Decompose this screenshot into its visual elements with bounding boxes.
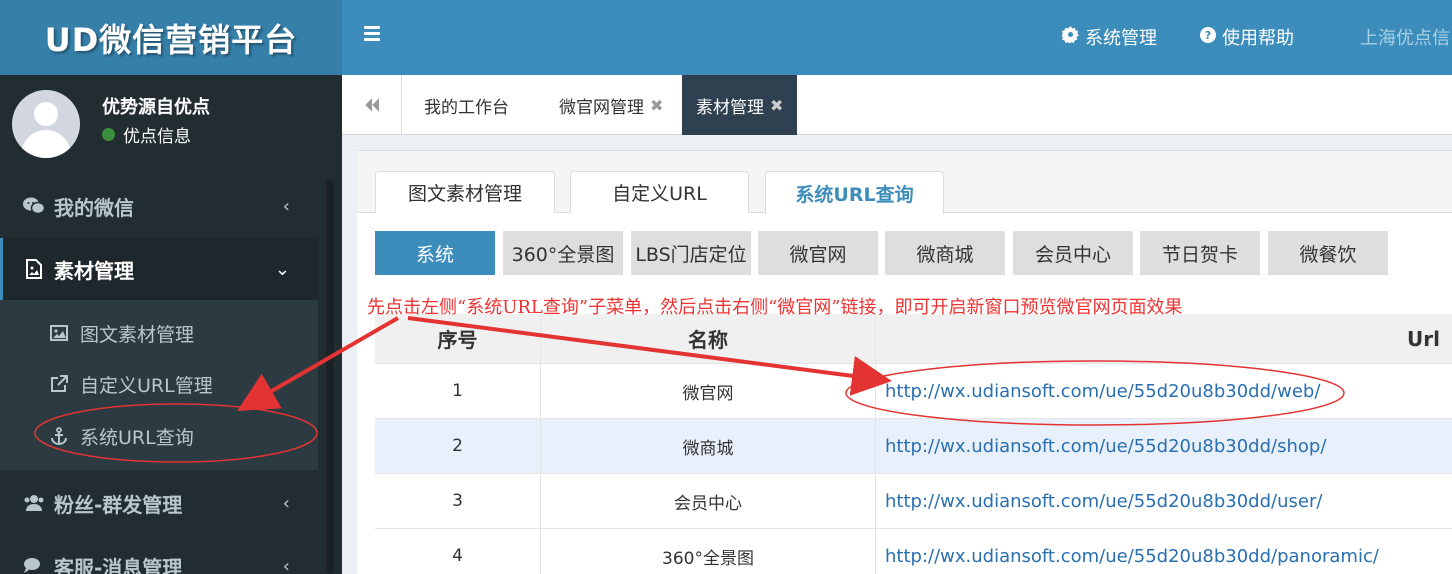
tabs-prev-button[interactable] xyxy=(342,75,402,135)
row-name: 360°全景图 xyxy=(541,529,876,574)
row-url-cell: http://wx.udiansoft.com/ue/55d20u8b30dd/… xyxy=(876,364,1452,418)
url-link[interactable]: http://wx.udiansoft.com/ue/55d20u8b30dd/… xyxy=(885,491,1322,512)
category-micro-mall[interactable]: 微商城 xyxy=(885,231,1005,275)
close-icon[interactable]: ✖ xyxy=(650,96,663,115)
sidebar-item-label: 粉丝-群发管理 xyxy=(54,492,183,517)
sidebar-item-my-wechat[interactable]: 我的微信 ‹ xyxy=(0,175,318,237)
column-header-url: Url xyxy=(1407,326,1440,351)
submenu-item-label: 系统URL查询 xyxy=(80,426,194,449)
column-header-number: 序号 xyxy=(375,314,541,363)
content-tabs: 图文素材管理 自定义URL 系统URL查询 xyxy=(357,151,1452,214)
sidebar: UD微信营销平台 优势源自优点 优点信息 我的微信 ‹ 素材管理 ⌄ 图文素材管… xyxy=(0,0,342,574)
annotation-note: 先点击左侧“系统URL查询”子菜单，然后点击右侧“微官网”链接，即可开启新窗口预… xyxy=(367,297,1183,318)
avatar xyxy=(12,90,80,158)
chevron-left-icon: ‹ xyxy=(282,555,290,574)
tab-label: 素材管理 xyxy=(696,97,764,118)
sidebar-item-fans[interactable]: 粉丝-群发管理 ‹ xyxy=(0,472,318,534)
submenu-item-custom-url[interactable]: 自定义URL管理 xyxy=(48,364,213,404)
category-micro-dining[interactable]: 微餐饮 xyxy=(1268,231,1388,275)
ctab-system-url[interactable]: 系统URL查询 xyxy=(765,171,944,214)
submenu-material: 图文素材管理 自定义URL管理 系统URL查询 xyxy=(0,300,318,470)
help-label: 使用帮助 xyxy=(1222,28,1294,49)
category-micro-site[interactable]: 微官网 xyxy=(758,231,878,275)
row-url-cell: http://wx.udiansoft.com/ue/55d20u8b30dd/… xyxy=(876,529,1452,574)
sidebar-item-service[interactable]: 客服-消息管理 ‹ xyxy=(0,535,318,574)
external-link-icon xyxy=(48,373,70,395)
row-name: 微官网 xyxy=(541,364,876,418)
wechat-icon xyxy=(22,194,46,218)
image-icon xyxy=(48,322,70,344)
row-name: 会员中心 xyxy=(541,474,876,528)
category-system[interactable]: 系统 xyxy=(375,231,495,275)
row-number: 3 xyxy=(375,474,541,528)
submenu-item-system-url[interactable]: 系统URL查询 xyxy=(48,416,194,456)
sidebar-item-label: 素材管理 xyxy=(54,258,134,283)
page-tabs-bar: 我的工作台 微官网管理 ✖ 素材管理 ✖ xyxy=(342,75,1452,135)
table-header-row: 序号 名称 Url xyxy=(375,314,1452,364)
row-number: 4 xyxy=(375,529,541,574)
chevron-left-icon: ‹ xyxy=(282,195,290,217)
users-icon xyxy=(22,491,46,515)
gear-icon xyxy=(1061,26,1079,48)
category-panorama[interactable]: 360°全景图 xyxy=(503,231,623,275)
row-url-cell: http://wx.udiansoft.com/ue/55d20u8b30dd/… xyxy=(876,419,1452,473)
app-logo[interactable]: UD微信营销平台 xyxy=(0,0,342,75)
row-url-cell: http://wx.udiansoft.com/ue/55d20u8b30dd/… xyxy=(876,474,1452,528)
row-name: 微商城 xyxy=(541,419,876,473)
menu-toggle-icon[interactable] xyxy=(364,26,380,41)
category-greeting-card[interactable]: 节日贺卡 xyxy=(1140,231,1260,275)
sidebar-item-label: 客服-消息管理 xyxy=(54,555,183,574)
submenu-item-graphic-material[interactable]: 图文素材管理 xyxy=(48,313,194,353)
chevron-left-icon: ‹ xyxy=(282,492,290,514)
help-link[interactable]: ? 使用帮助 xyxy=(1200,24,1294,50)
svg-text:?: ? xyxy=(1205,29,1211,42)
online-status-icon xyxy=(102,128,115,141)
close-icon[interactable]: ✖ xyxy=(770,96,783,115)
file-image-icon xyxy=(22,257,46,281)
column-header-name: 名称 xyxy=(541,314,876,363)
comments-icon xyxy=(22,554,46,574)
top-header: 系统管理 ? 使用帮助 上海优点信 xyxy=(342,0,1452,75)
sidebar-scrollbar[interactable] xyxy=(326,180,334,574)
row-number: 1 xyxy=(375,364,541,418)
user-panel: 优势源自优点 优点信息 xyxy=(0,75,342,172)
content-panel: 图文素材管理 自定义URL 系统URL查询 系统 360°全景图 LBS门店定位… xyxy=(357,150,1452,574)
tab-label: 微官网管理 xyxy=(559,97,644,118)
user-name: 优势源自优点 xyxy=(102,97,210,118)
anchor-icon xyxy=(48,425,70,447)
table-row: 1 微官网 http://wx.udiansoft.com/ue/55d20u8… xyxy=(375,364,1452,419)
submenu-item-label: 图文素材管理 xyxy=(80,323,195,346)
sidebar-item-material[interactable]: 素材管理 ⌄ xyxy=(0,238,318,300)
ctab-custom-url[interactable]: 自定义URL xyxy=(570,171,749,213)
table-row: 3 会员中心 http://wx.udiansoft.com/ue/55d20u… xyxy=(375,474,1452,529)
tab-workbench[interactable]: 我的工作台 xyxy=(424,75,509,135)
tab-label: 我的工作台 xyxy=(424,97,509,118)
submenu-item-label: 自定义URL管理 xyxy=(80,374,213,397)
tab-micro-site[interactable]: 微官网管理 ✖ xyxy=(559,75,663,135)
category-lbs[interactable]: LBS门店定位 xyxy=(631,231,751,275)
company-name[interactable]: 上海优点信 xyxy=(1360,24,1450,50)
sidebar-item-label: 我的微信 xyxy=(54,195,134,220)
question-circle-icon: ? xyxy=(1200,26,1216,48)
ctab-graphic-material[interactable]: 图文素材管理 xyxy=(375,171,555,213)
user-status-label: 优点信息 xyxy=(123,127,191,147)
row-number: 2 xyxy=(375,419,541,473)
double-chevron-left-icon xyxy=(364,98,379,112)
system-management-link[interactable]: 系统管理 xyxy=(1061,24,1157,50)
url-link[interactable]: http://wx.udiansoft.com/ue/55d20u8b30dd/… xyxy=(885,381,1320,402)
chevron-down-icon: ⌄ xyxy=(274,258,290,280)
table-row: 4 360°全景图 http://wx.udiansoft.com/ue/55d… xyxy=(375,529,1452,574)
category-member-center[interactable]: 会员中心 xyxy=(1013,231,1133,275)
system-management-label: 系统管理 xyxy=(1085,28,1157,49)
user-status: 优点信息 xyxy=(102,122,191,147)
table-row: 2 微商城 http://wx.udiansoft.com/ue/55d20u8… xyxy=(375,419,1452,474)
url-link[interactable]: http://wx.udiansoft.com/ue/55d20u8b30dd/… xyxy=(885,436,1326,457)
tab-material[interactable]: 素材管理 ✖ xyxy=(682,75,798,135)
url-link[interactable]: http://wx.udiansoft.com/ue/55d20u8b30dd/… xyxy=(885,546,1379,567)
